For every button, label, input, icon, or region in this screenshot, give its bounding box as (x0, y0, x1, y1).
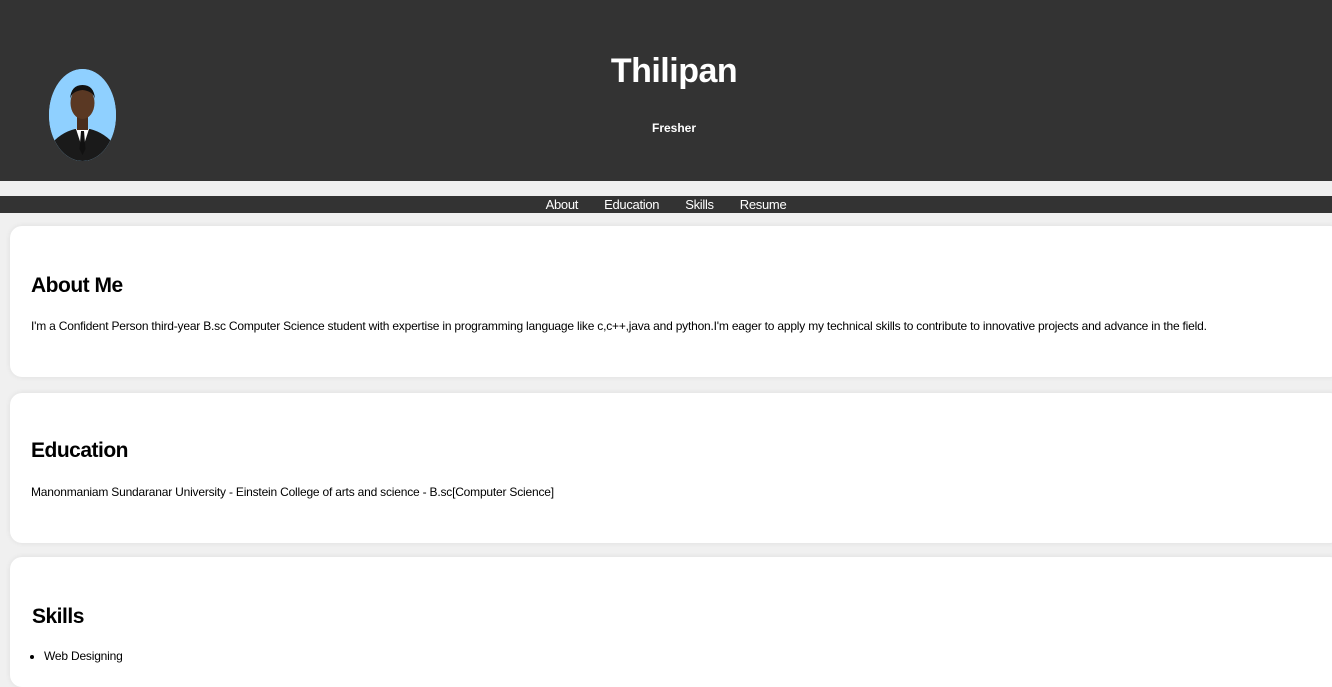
page-header: Thilipan Fresher (0, 0, 1332, 181)
nav-link-education[interactable]: Education (604, 196, 659, 213)
nav-link-resume[interactable]: Resume (740, 196, 787, 213)
section-title: About Me (31, 274, 123, 297)
education-text: Manonmaniam Sundaranar University - Eins… (31, 485, 554, 499)
about-section: About Me I'm a Confident Person third-ye… (10, 226, 1332, 377)
nav-link-skills[interactable]: Skills (685, 196, 714, 213)
main-nav: About Education Skills Resume (0, 196, 1332, 213)
page-title: Thilipan (610, 52, 738, 90)
education-section: Education Manonmaniam Sundaranar Univers… (10, 393, 1332, 543)
skills-list: Web Designing (44, 649, 123, 663)
skills-section: Skills Web Designing (10, 557, 1332, 687)
about-text: I'm a Confident Person third-year B.sc C… (31, 319, 1207, 333)
page-subtitle: Fresher (651, 121, 697, 135)
nav-link-about[interactable]: About (546, 196, 579, 213)
list-item: Web Designing (44, 649, 123, 663)
section-title: Education (31, 439, 129, 462)
section-title: Skills (32, 605, 84, 628)
